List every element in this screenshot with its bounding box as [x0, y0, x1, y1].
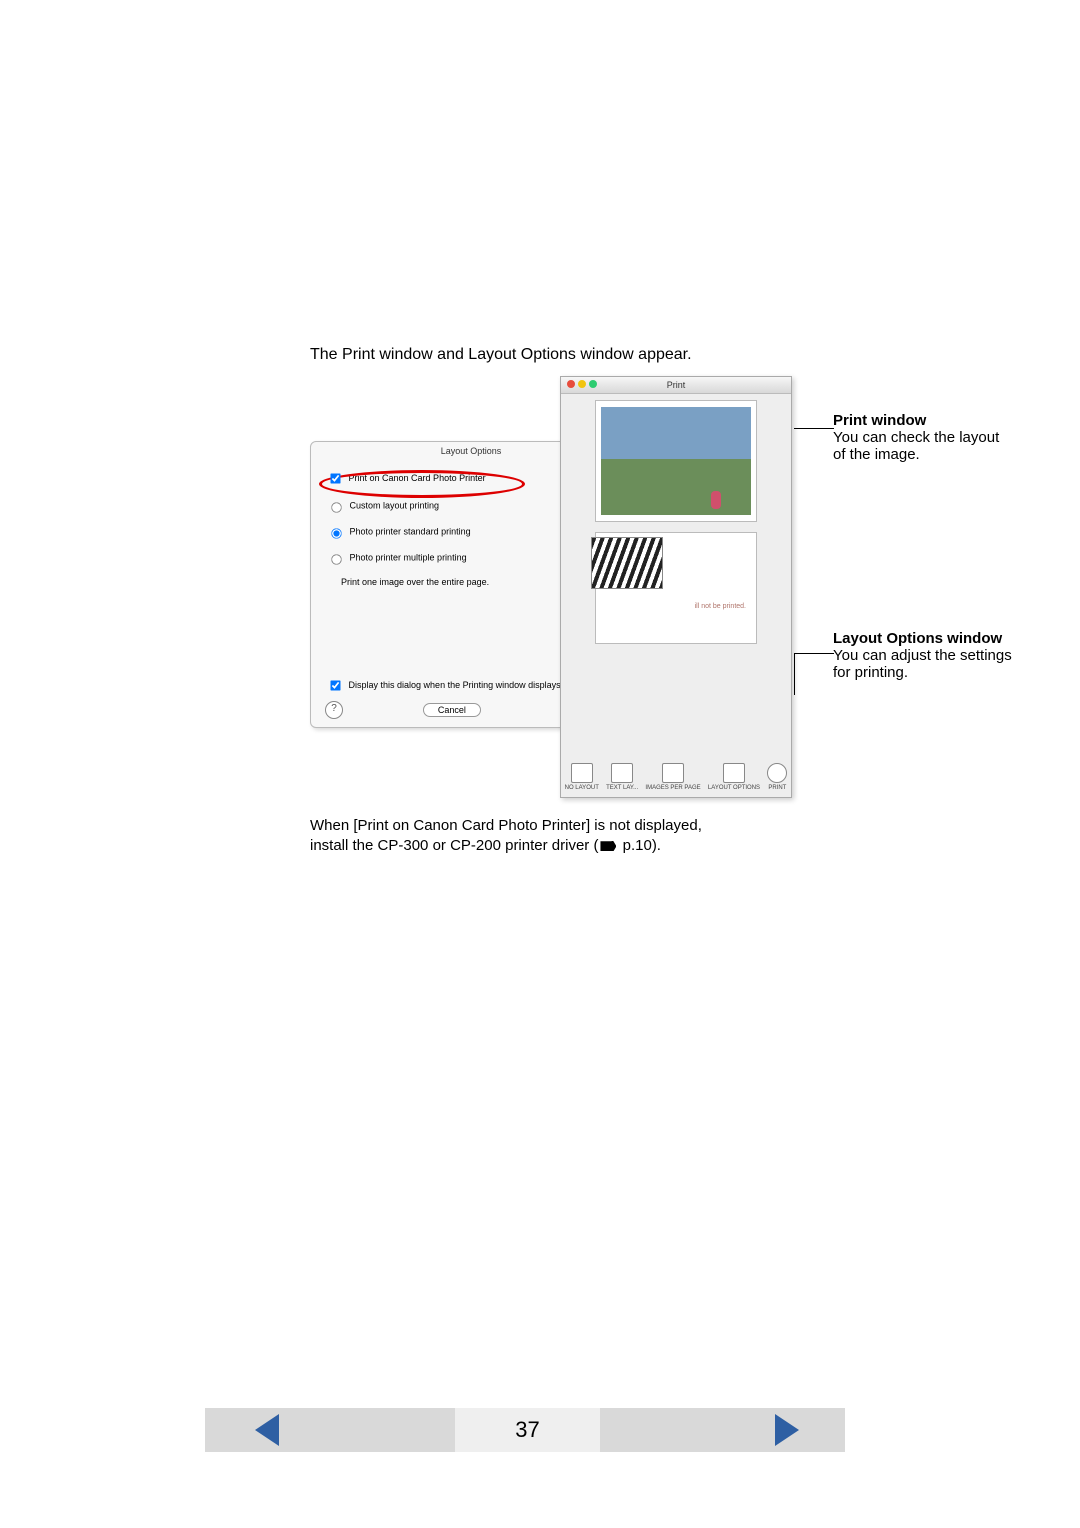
footnote-line2a: install the CP-300 or CP-200 printer dri…	[310, 837, 598, 854]
callout-line-2v	[794, 653, 796, 695]
not-printed-msg: ill not be printed.	[695, 603, 746, 610]
callout2-body: You can adjust the settings for printing…	[833, 647, 1012, 681]
text-layout-icon	[611, 763, 633, 783]
tb-text-layout-label: TEXT LAY...	[606, 785, 638, 791]
footnote: When [Print on Canon Card Photo Printer]…	[310, 816, 702, 857]
cancel-button[interactable]: Cancel	[423, 703, 481, 717]
layout-options-icon	[723, 763, 745, 783]
tb-no-layout[interactable]: NO LAYOUT	[565, 763, 599, 791]
no-layout-icon	[571, 763, 593, 783]
nav-bar-right	[600, 1408, 845, 1452]
tb-no-layout-label: NO LAYOUT	[565, 785, 599, 791]
callout-layout-options: Layout Options window You can adjust the…	[833, 630, 1013, 681]
option-custom-label: Custom layout printing	[350, 500, 440, 510]
tb-images-label: IMAGES PER PAGE	[645, 785, 700, 791]
images-per-page-icon	[662, 763, 684, 783]
option-standard-radio[interactable]	[331, 528, 341, 538]
tb-print[interactable]: PRINT	[767, 763, 787, 791]
zoom-icon[interactable]	[589, 380, 597, 388]
prev-page-button[interactable]	[255, 1414, 279, 1446]
option-custom-radio[interactable]	[331, 502, 341, 512]
callout-line-1	[794, 428, 834, 429]
page-content: The Print window and Layout Options wind…	[205, 0, 845, 1528]
print-window: Print ill not be printed. NO LAYOUT TEXT…	[560, 376, 792, 798]
callout-line-2	[794, 653, 834, 654]
footnote-line2b: p.10).	[618, 837, 661, 854]
option-canon-card-label: Print on Canon Card Photo Printer	[349, 473, 486, 483]
print-titlebar: Print	[561, 377, 791, 394]
help-button[interactable]: ?	[325, 701, 343, 719]
tb-layout-options[interactable]: LAYOUT OPTIONS	[708, 763, 760, 791]
screenshot-figure: Layout Options Print on Canon Card Photo…	[310, 376, 820, 796]
arrow-icon	[600, 841, 616, 851]
window-controls	[567, 380, 597, 388]
page-nav-bar: 37	[0, 1408, 1080, 1452]
page-number: 37	[455, 1408, 600, 1452]
nav-bar-left	[205, 1408, 455, 1452]
print-preview-secondary: ill not be printed.	[595, 532, 757, 644]
option-multiple-radio[interactable]	[331, 554, 341, 564]
print-title: Print	[667, 380, 686, 390]
display-dialog-label: Display this dialog when the Printing wi…	[349, 680, 561, 690]
callout1-body: You can check the layout of the image.	[833, 429, 999, 463]
intro-text: The Print window and Layout Options wind…	[310, 346, 692, 364]
tb-images-per-page[interactable]: IMAGES PER PAGE	[645, 763, 700, 791]
preview-photo-bridge	[601, 407, 751, 515]
footnote-line1: When [Print on Canon Card Photo Printer]…	[310, 817, 702, 834]
callout1-title: Print window	[833, 412, 926, 429]
print-icon	[767, 763, 787, 783]
close-icon[interactable]	[567, 380, 575, 388]
tb-layout-label: LAYOUT OPTIONS	[708, 785, 760, 791]
minimize-icon[interactable]	[578, 380, 586, 388]
option-multiple-label: Photo printer multiple printing	[350, 552, 467, 562]
preview-photo-zebra	[591, 537, 663, 589]
option-canon-card-check[interactable]	[330, 473, 340, 483]
next-page-button[interactable]	[775, 1414, 799, 1446]
option-standard-label: Photo printer standard printing	[350, 526, 471, 536]
callout-print-window: Print window You can check the layout of…	[833, 412, 1013, 463]
tb-text-layout[interactable]: TEXT LAY...	[606, 763, 638, 791]
print-toolbar: NO LAYOUT TEXT LAY... IMAGES PER PAGE LA…	[561, 763, 791, 791]
print-preview-main	[595, 400, 757, 522]
display-dialog-check[interactable]	[330, 680, 340, 690]
callout2-title: Layout Options window	[833, 630, 1002, 647]
tb-print-label: PRINT	[768, 785, 786, 791]
